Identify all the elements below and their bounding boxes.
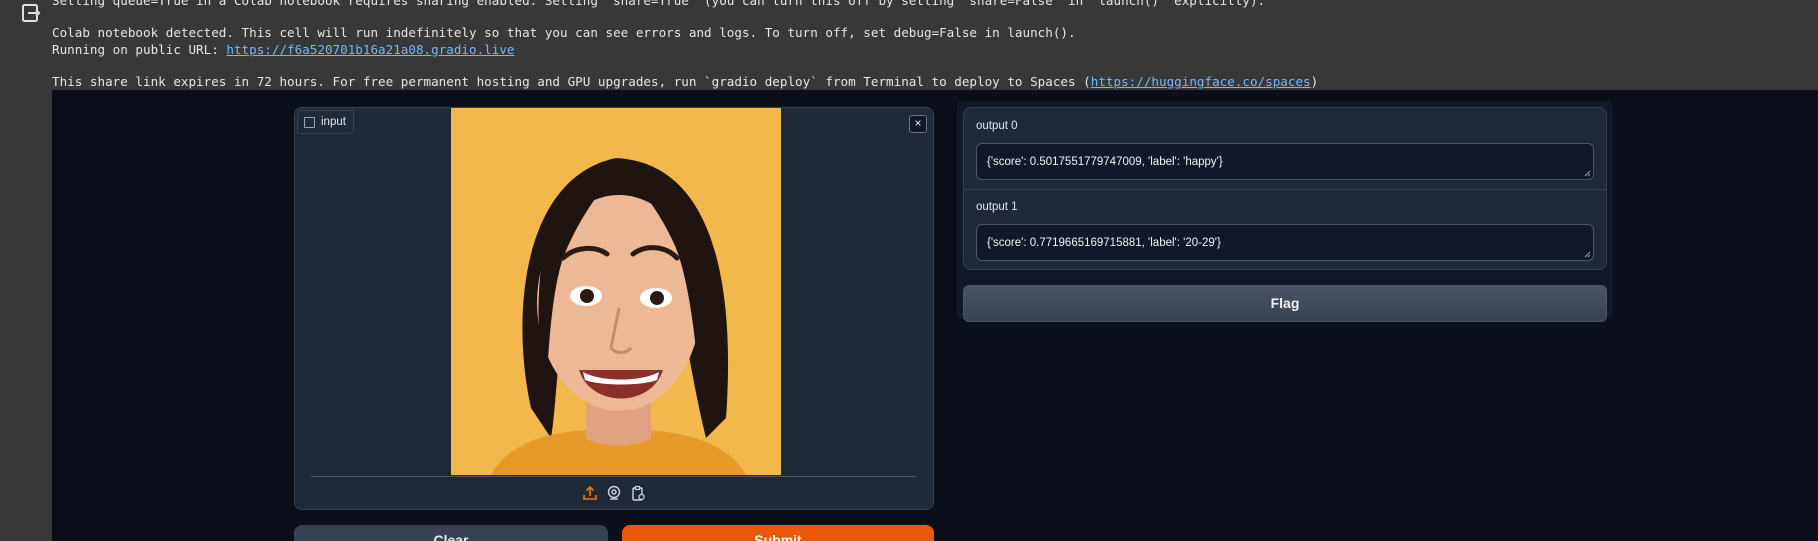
image-input-panel[interactable]: input × — [294, 107, 934, 510]
input-label-text: input — [321, 116, 346, 128]
input-image — [451, 108, 781, 475]
outputs-box: output 0 {'score': 0.5017551779747009, '… — [963, 107, 1607, 270]
cell-gutter — [0, 0, 52, 541]
output-1-textbox[interactable]: {'score': 0.7719665169715881, 'label': '… — [976, 224, 1594, 261]
console-public-url-prefix: Running on public URL: — [52, 41, 227, 57]
output-1-label: output 1 — [976, 201, 1018, 213]
resize-grip-icon[interactable] — [1584, 251, 1591, 258]
public-url-link[interactable]: https://f6a520701b16a21a08.gradio.live — [226, 42, 514, 57]
exit-output-icon[interactable] — [20, 2, 42, 24]
console-output: Setting queue=True in a Colab notebook r… — [52, 0, 1818, 90]
submit-button[interactable]: Submit — [622, 525, 934, 541]
output-1-block: output 1 {'score': 0.7719665169715881, '… — [964, 189, 1606, 270]
output-column: output 0 {'score': 0.5017551779747009, '… — [957, 101, 1613, 322]
clear-button[interactable]: Clear — [294, 525, 608, 541]
gradio-app: input × Clear Submit output 0 {'score': … — [52, 90, 1818, 541]
flag-button[interactable]: Flag — [963, 285, 1607, 322]
console-line-queue: Setting queue=True in a Colab notebook r… — [52, 0, 1266, 8]
source-toolbar — [295, 485, 933, 501]
output-1-value: {'score': 0.7719665169715881, 'label': '… — [987, 237, 1221, 249]
output-0-block: output 0 {'score': 0.5017551779747009, '… — [964, 108, 1606, 190]
console-share-suffix: ) — [1310, 74, 1319, 90]
console-share-prefix: This share link expires in 72 hours. For… — [52, 74, 1091, 90]
input-label-badge: input — [297, 110, 354, 134]
output-0-textbox[interactable]: {'score': 0.5017551779747009, 'label': '… — [976, 143, 1594, 180]
image-icon — [304, 116, 315, 128]
clipboard-icon[interactable] — [630, 485, 646, 501]
webcam-icon[interactable] — [606, 485, 622, 501]
resize-grip-icon[interactable] — [1584, 170, 1591, 177]
spaces-link[interactable]: https://huggingface.co/spaces — [1091, 74, 1311, 89]
upload-icon[interactable] — [582, 485, 598, 501]
clear-image-button[interactable]: × — [909, 115, 927, 133]
output-0-label: output 0 — [976, 120, 1018, 132]
output-0-value: {'score': 0.5017551779747009, 'label': '… — [987, 156, 1223, 168]
console-line-colab: Colab notebook detected. This cell will … — [52, 25, 1076, 41]
toolbar-divider — [311, 476, 917, 477]
